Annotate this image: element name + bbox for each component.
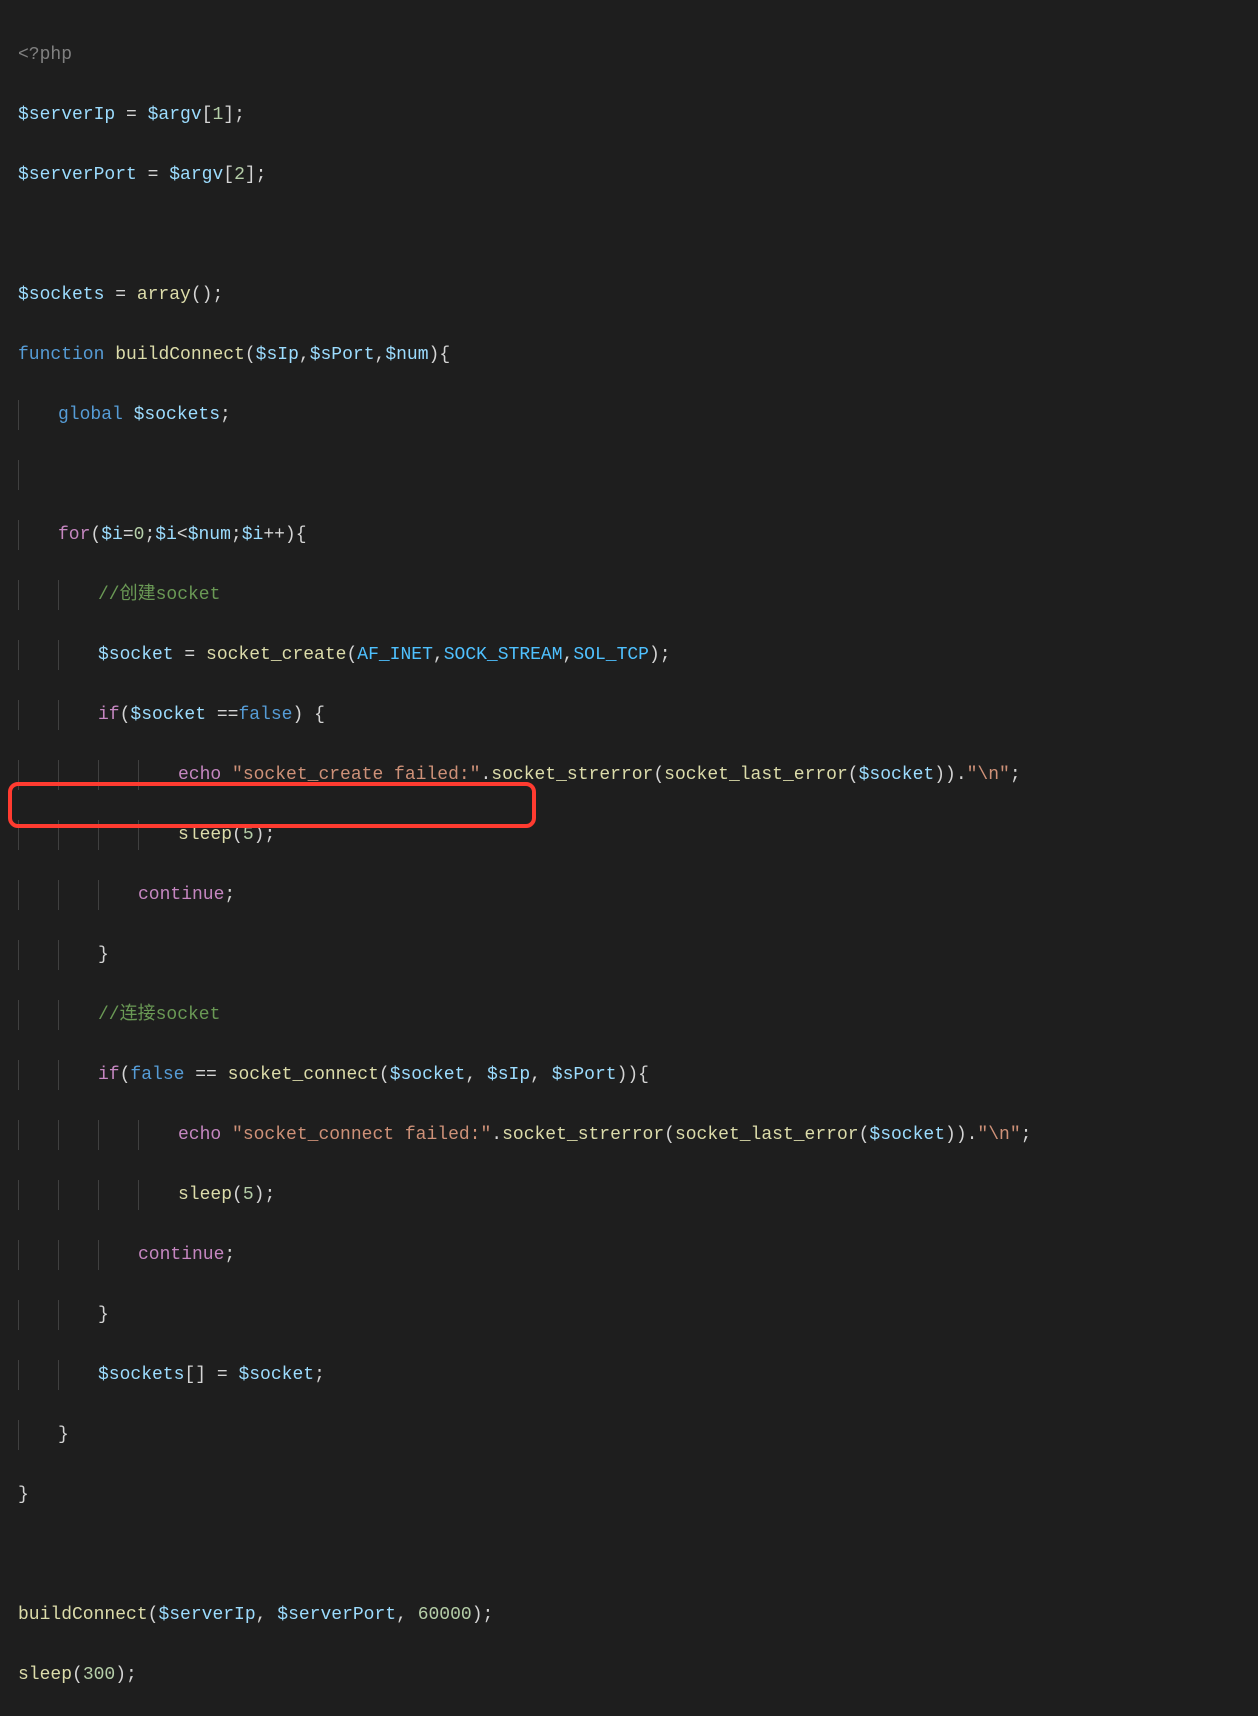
function-call: socket_create xyxy=(206,645,346,665)
function-call: socket_strerror xyxy=(502,1125,664,1145)
number: 1 xyxy=(212,105,223,125)
variable: $sIp xyxy=(487,1065,530,1085)
variable: $socket xyxy=(859,765,935,785)
function-call: sleep xyxy=(178,1185,232,1205)
function-call: array xyxy=(137,285,191,305)
variable: $argv xyxy=(148,105,202,125)
variable: $i xyxy=(155,525,177,545)
variable: $socket xyxy=(130,705,206,725)
keyword: false xyxy=(238,705,292,725)
comment: //连接socket xyxy=(98,1005,220,1025)
code-line: echo "socket_connect failed:".socket_str… xyxy=(18,1120,1240,1150)
function-call: socket_last_error xyxy=(675,1125,859,1145)
code-editor: <?php $serverIp = $argv[1]; $serverPort … xyxy=(0,0,1258,1716)
param: $num xyxy=(385,345,428,365)
code-line: //创建socket xyxy=(18,580,1240,610)
variable: $sPort xyxy=(552,1065,617,1085)
string: "\n" xyxy=(967,765,1010,785)
variable: $socket xyxy=(98,645,174,665)
code-line: sleep(5); xyxy=(18,820,1240,850)
variable: $socket xyxy=(869,1125,945,1145)
constant: SOL_TCP xyxy=(573,645,649,665)
code-line: function buildConnect($sIp,$sPort,$num){ xyxy=(18,340,1240,370)
function-call: sleep xyxy=(178,825,232,845)
variable: $argv xyxy=(169,165,223,185)
code-line: //连接socket xyxy=(18,1000,1240,1030)
number: 300 xyxy=(83,1665,115,1685)
code-line-highlighted: buildConnect($serverIp, $serverPort, 600… xyxy=(18,1600,1240,1630)
keyword: if xyxy=(98,1065,120,1085)
variable: $num xyxy=(188,525,231,545)
string: "socket_connect failed:" xyxy=(232,1125,491,1145)
php-open-tag: <?php xyxy=(18,45,72,65)
keyword: global xyxy=(58,405,123,425)
code-line: for($i=0;$i<$num;$i++){ xyxy=(18,520,1240,550)
function-call: buildConnect xyxy=(18,1605,148,1625)
keyword: echo xyxy=(178,765,221,785)
variable: $sockets xyxy=(134,405,220,425)
code-line: $serverPort = $argv[2]; xyxy=(18,160,1240,190)
variable: $sockets xyxy=(18,285,104,305)
code-line: } xyxy=(18,1480,1240,1510)
variable: $socket xyxy=(238,1365,314,1385)
function-call: socket_last_error xyxy=(664,765,848,785)
number: 0 xyxy=(134,525,145,545)
keyword: function xyxy=(18,345,104,365)
variable: $i xyxy=(242,525,264,545)
variable: $serverIp xyxy=(158,1605,255,1625)
keyword: for xyxy=(58,525,90,545)
comment: //创建socket xyxy=(98,585,220,605)
code-line: sleep(5); xyxy=(18,1180,1240,1210)
keyword: continue xyxy=(138,1245,224,1265)
keyword: continue xyxy=(138,885,224,905)
keyword: echo xyxy=(178,1125,221,1145)
code-line: global $sockets; xyxy=(18,400,1240,430)
code-line: } xyxy=(18,940,1240,970)
code-line: if(false == socket_connect($socket, $sIp… xyxy=(18,1060,1240,1090)
code-line: sleep(300); xyxy=(18,1660,1240,1690)
variable: $socket xyxy=(390,1065,466,1085)
variable: $serverPort xyxy=(277,1605,396,1625)
code-line: continue; xyxy=(18,1240,1240,1270)
code-line: $sockets = array(); xyxy=(18,280,1240,310)
code-line: } xyxy=(18,1300,1240,1330)
variable: $serverIp xyxy=(18,105,115,125)
code-line: $serverIp = $argv[1]; xyxy=(18,100,1240,130)
variable: $i xyxy=(101,525,123,545)
code-line xyxy=(18,460,1240,490)
function-call: socket_strerror xyxy=(491,765,653,785)
string: "socket_create failed:" xyxy=(232,765,480,785)
number: 5 xyxy=(243,1185,254,1205)
code-line xyxy=(18,220,1240,250)
constant: AF_INET xyxy=(357,645,433,665)
variable: $sockets xyxy=(98,1365,184,1385)
string: "\n" xyxy=(977,1125,1020,1145)
code-line: echo "socket_create failed:".socket_stre… xyxy=(18,760,1240,790)
number: 2 xyxy=(234,165,245,185)
code-line: <?php xyxy=(18,40,1240,70)
function-name: buildConnect xyxy=(115,345,245,365)
code-line: continue; xyxy=(18,880,1240,910)
function-call: socket_connect xyxy=(228,1065,379,1085)
function-call: sleep xyxy=(18,1665,72,1685)
keyword: false xyxy=(130,1065,184,1085)
number: 60000 xyxy=(418,1605,472,1625)
param: $sIp xyxy=(256,345,299,365)
code-line: $socket = socket_create(AF_INET,SOCK_STR… xyxy=(18,640,1240,670)
code-line: if($socket ==false) { xyxy=(18,700,1240,730)
code-line: } xyxy=(18,1420,1240,1450)
code-line xyxy=(18,1540,1240,1570)
constant: SOCK_STREAM xyxy=(444,645,563,665)
variable: $serverPort xyxy=(18,165,137,185)
number: 5 xyxy=(243,825,254,845)
keyword: if xyxy=(98,705,120,725)
param: $sPort xyxy=(310,345,375,365)
code-line: $sockets[] = $socket; xyxy=(18,1360,1240,1390)
